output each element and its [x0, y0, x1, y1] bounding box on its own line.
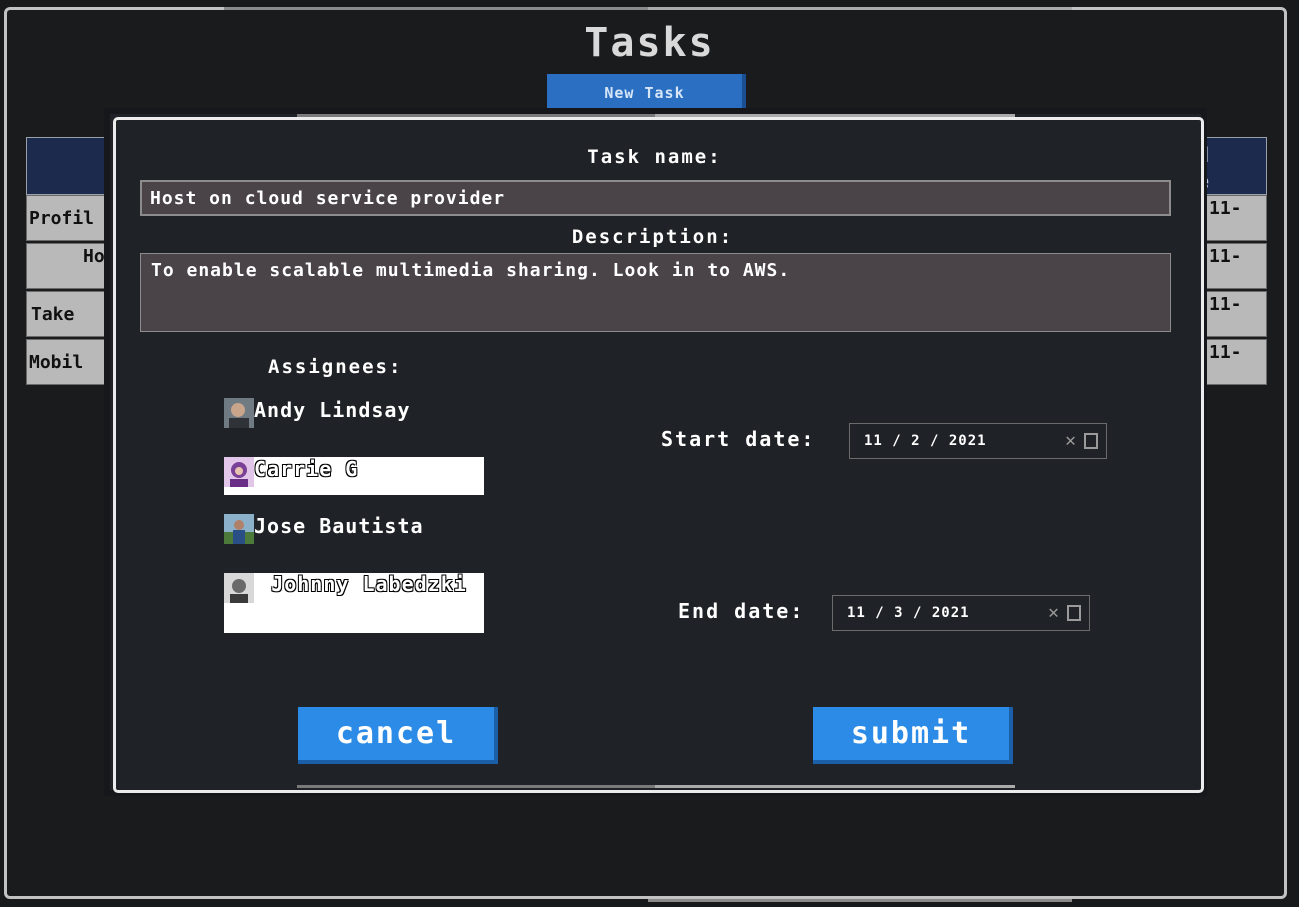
clear-icon[interactable]: ✕	[1065, 430, 1076, 451]
frame-accent-bottom	[648, 899, 1072, 902]
table-cell: 11-	[1209, 294, 1242, 315]
start-date-value: 11 / 2 / 2021	[864, 433, 987, 449]
table-cell: 11-	[1209, 246, 1242, 267]
calendar-icon[interactable]	[1067, 605, 1081, 621]
task-name-input[interactable]	[140, 180, 1171, 216]
avatar	[224, 514, 254, 544]
table-cell: 11-	[1209, 342, 1242, 363]
avatar	[224, 398, 254, 428]
modal-accent-top	[297, 114, 655, 117]
end-date-input[interactable]: 11 / 3 / 2021 ✕	[832, 595, 1090, 631]
modal-accent-bottom	[297, 785, 655, 788]
assignees-label: Assignees:	[268, 356, 403, 378]
assignee-name: Carrie G	[254, 457, 359, 481]
page-title: Tasks	[584, 20, 715, 66]
app-root: Tasks New Task d e Profil 11- Ho 11- Tak…	[0, 0, 1299, 907]
assignee-name: Johnny Labedzki	[271, 572, 467, 596]
assignee-option[interactable]: Andy Lindsay	[224, 398, 484, 430]
frame-accent-top	[224, 7, 648, 10]
new-task-button[interactable]: New Task	[547, 74, 746, 108]
calendar-icon[interactable]	[1084, 433, 1098, 449]
assignee-name: Jose Bautista	[254, 514, 424, 538]
assignee-option[interactable]: Carrie G	[224, 457, 484, 495]
assignee-option[interactable]: Johnny Labedzki	[224, 573, 484, 633]
end-date-value: 11 / 3 / 2021	[847, 605, 970, 621]
table-cell: 11-	[1209, 198, 1242, 219]
table-cell: Take	[31, 304, 75, 325]
table-cell: Mobil	[29, 352, 84, 373]
frame-accent-top-2	[648, 7, 1072, 10]
cancel-button[interactable]: cancel	[298, 707, 498, 764]
assignee-option[interactable]: Jose Bautista	[224, 514, 484, 546]
assignee-name: Andy Lindsay	[254, 398, 411, 422]
avatar	[224, 457, 254, 487]
clear-icon[interactable]: ✕	[1048, 602, 1059, 623]
description-input[interactable]: To enable scalable multimedia sharing. L…	[140, 253, 1171, 332]
avatar	[224, 573, 254, 603]
description-label: Description:	[571, 226, 734, 248]
table-cell: Ho	[83, 246, 105, 267]
modal-accent-top-2	[655, 114, 1015, 117]
end-date-label: End date:	[678, 599, 805, 623]
start-date-input[interactable]: 11 / 2 / 2021 ✕	[849, 423, 1107, 459]
task-name-label: Task name:	[587, 146, 722, 168]
start-date-label: Start date:	[661, 427, 816, 451]
modal-accent-bottom-2	[655, 785, 1015, 788]
submit-button[interactable]: submit	[813, 707, 1013, 764]
